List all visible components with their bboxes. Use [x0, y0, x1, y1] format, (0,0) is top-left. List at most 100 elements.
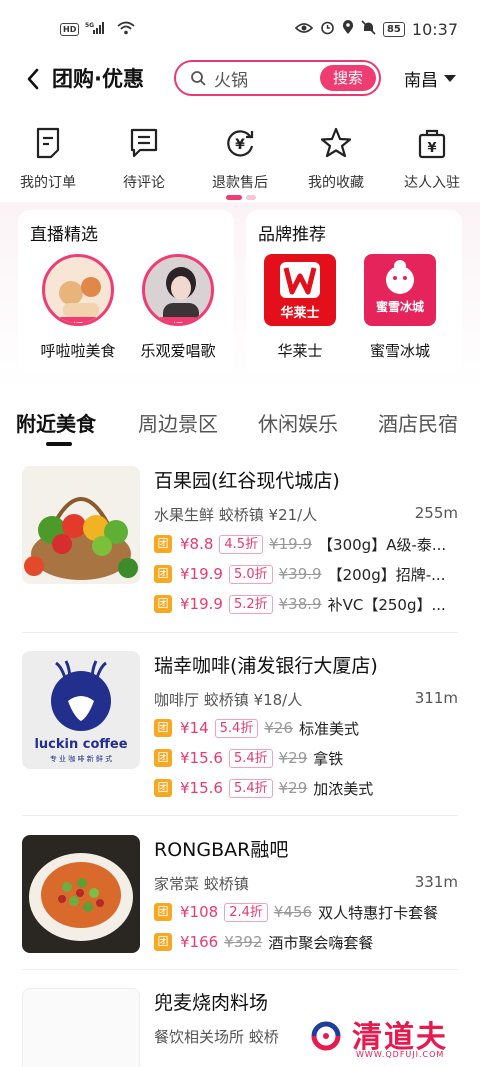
svg-text:¥: ¥	[235, 137, 245, 153]
deal-original-price: ¥26	[264, 719, 293, 737]
deal-title: 双人特惠打卡套餐	[318, 903, 439, 922]
live-badge: 直播中	[53, 317, 103, 323]
search-icon	[191, 71, 206, 86]
wallace-logo: 华莱士	[264, 254, 336, 326]
store-meta: 家常菜 蛟桥镇	[154, 875, 249, 893]
quick-link-refund[interactable]: ¥ 退款售后	[192, 118, 288, 192]
brand-picks-card: 品牌推荐 华莱士 华莱士 蜜雪冰城 蜜雪冰城	[246, 210, 462, 374]
location-icon	[342, 19, 354, 39]
deal-row[interactable]: 团 ¥15.6 5.4折 ¥29 加浓美式	[154, 777, 462, 799]
live-item[interactable]: 直播中 乐观爱唱歌	[128, 254, 228, 361]
deal-title: 标准美式	[298, 719, 359, 738]
store-name: 百果园(红谷现代城店)	[154, 470, 340, 492]
order-icon	[36, 127, 60, 159]
store-card[interactable]: RONGBAR融吧 家常菜 蛟桥镇 331m 团 ¥108 2.4折 ¥456 …	[22, 835, 462, 953]
deal-discount: 5.4折	[228, 748, 273, 768]
deal-title: 加浓美式	[313, 779, 374, 798]
store-card[interactable]: luckin coffee 专 业 咖 啡 新 鲜 式 瑞幸咖啡(浦发银行大厦店…	[22, 651, 462, 801]
watermark: 清道夫 WWW.QDFUJI.COM	[292, 1006, 480, 1067]
deal-original-price: ¥392	[224, 933, 263, 951]
deal-discount: 5.4折	[214, 718, 259, 738]
deal-original-price: ¥29	[278, 779, 308, 797]
group-deal-icon: 团	[154, 595, 172, 613]
back-icon[interactable]	[20, 64, 50, 94]
eye-icon	[294, 20, 314, 38]
signal-icon: 5G	[85, 21, 111, 38]
brand-item-name: 蜜雪冰城	[369, 342, 430, 360]
caret-down-icon	[444, 75, 456, 82]
tab-scenic[interactable]: 周边景区	[138, 408, 218, 437]
brand-item[interactable]: 华莱士 华莱士	[250, 254, 350, 361]
battery-icon: 85	[382, 21, 405, 37]
deal-row[interactable]: 团 ¥8.8 4.5折 ¥19.9 【300g】A级-泰...	[154, 533, 462, 555]
deal-discount: 2.4折	[224, 902, 268, 922]
search-bar[interactable]: 火锅 搜索	[174, 60, 381, 96]
clock: 10:37	[411, 19, 458, 39]
live-badge: 直播中	[153, 317, 203, 323]
hd-icon: HD	[60, 22, 80, 36]
tab-hotel[interactable]: 酒店民宿	[378, 408, 458, 437]
search-input[interactable]: 火锅	[214, 66, 248, 91]
status-bar: HD 5G 85 10:37	[0, 0, 480, 58]
comment-icon	[130, 128, 158, 158]
brand-item[interactable]: 蜜雪冰城 蜜雪冰城	[350, 254, 450, 361]
deal-row[interactable]: 团 ¥19.9 5.2折 ¥38.9 补VC【250g】...	[154, 593, 462, 615]
deal-discount: 4.5折	[219, 534, 264, 554]
store-meta: 咖啡厅 蛟桥镇 ¥18/人	[154, 691, 303, 709]
deal-discount: 5.0折	[228, 564, 273, 584]
live-picks-title: 直播精选	[30, 225, 98, 245]
watermark-url: WWW.QDFUJI.COM	[356, 1050, 445, 1059]
deal-original-price: ¥456	[273, 903, 313, 921]
store-distance: 311m	[414, 689, 458, 707]
wallace-logo-text: 华莱士	[280, 306, 320, 321]
tab-nearby-food[interactable]: 附近美食	[16, 408, 96, 437]
quick-link-creator[interactable]: ¥ 达人入驻	[384, 118, 480, 192]
city-selector[interactable]: 南昌	[404, 66, 456, 91]
group-deal-icon: 团	[154, 719, 172, 737]
deal-row[interactable]: 团 ¥15.6 5.4折 ¥29 拿铁	[154, 747, 462, 769]
quick-link-orders[interactable]: 我的订单	[0, 118, 96, 192]
store-name: 兜麦烧肉料场	[154, 992, 269, 1014]
refund-icon: ¥	[227, 130, 254, 157]
search-button[interactable]: 搜索	[320, 65, 376, 91]
watermark-logo-icon	[311, 1021, 341, 1051]
deal-row[interactable]: 团 ¥19.9 5.0折 ¥39.9 【200g】招牌-...	[154, 563, 462, 585]
category-tabs: 附近美食 周边景区 休闲娱乐 酒店民宿	[0, 402, 480, 446]
store-meta: 餐饮相关场所 蛟桥	[154, 1028, 279, 1046]
deal-price: ¥15.6	[180, 779, 223, 797]
deal-row[interactable]: 团 ¥14 5.4折 ¥26 标准美式	[154, 717, 462, 739]
mute-icon	[361, 19, 376, 39]
store-distance: 331m	[414, 873, 458, 891]
divider	[22, 815, 458, 816]
quick-link-label: 达人入驻	[404, 175, 460, 191]
store-image	[22, 466, 140, 584]
deal-price: ¥15.6	[180, 749, 223, 767]
quick-link-label: 待评论	[123, 175, 165, 191]
luckin-logo-text: luckin coffee	[34, 737, 128, 752]
deal-row[interactable]: 团 ¥166 ¥392 酒市聚会嗨套餐	[154, 931, 462, 953]
group-deal-icon: 团	[154, 565, 172, 583]
deal-original-price: ¥38.9	[278, 595, 322, 613]
quick-link-comments[interactable]: 待评论	[96, 118, 192, 192]
deal-discount: 5.2折	[228, 594, 273, 614]
city-label: 南昌	[404, 71, 438, 91]
signal-indicators: HD 5G	[60, 21, 135, 38]
deal-price: ¥19.9	[180, 565, 223, 583]
quick-link-favorites[interactable]: 我的收藏	[288, 118, 384, 192]
group-deal-icon: 团	[154, 779, 172, 797]
store-name: 瑞幸咖啡(浦发银行大厦店)	[154, 655, 378, 677]
tab-leisure[interactable]: 休闲娱乐	[258, 408, 338, 437]
indicator-dot	[246, 195, 256, 200]
alarm-icon	[320, 20, 335, 39]
store-image	[22, 835, 140, 953]
avatar: 直播中	[42, 254, 114, 326]
deal-price: ¥14	[180, 719, 209, 737]
live-item[interactable]: 直播中 呼啦啦美食	[28, 254, 128, 361]
avatar: 直播中	[142, 254, 214, 326]
group-deal-icon: 团	[154, 749, 172, 767]
store-card[interactable]: 百果园(红谷现代城店) 水果生鲜 蛟桥镇 ¥21/人 255m 团 ¥8.8 4…	[22, 466, 462, 614]
deal-row[interactable]: 团 ¥108 2.4折 ¥456 双人特惠打卡套餐	[154, 901, 462, 923]
deal-original-price: ¥29	[278, 749, 308, 767]
quick-link-label: 我的订单	[20, 175, 76, 191]
brand-picks-title: 品牌推荐	[258, 225, 326, 245]
